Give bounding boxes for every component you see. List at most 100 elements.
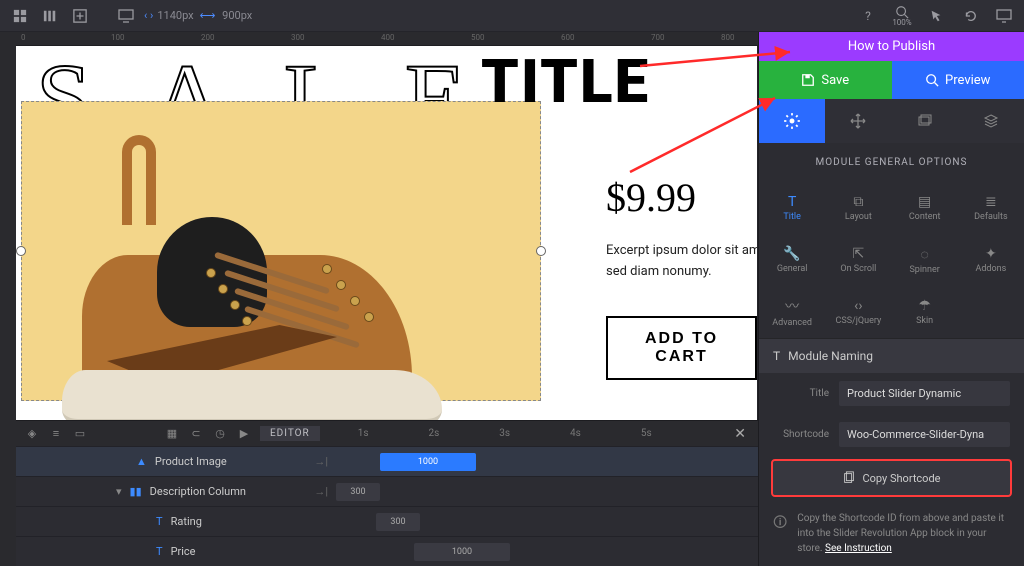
snap-icon[interactable]: ⊂ — [188, 427, 204, 440]
image-stack-icon — [917, 113, 933, 129]
option-on-scroll[interactable]: ⇱On Scroll — [825, 234, 891, 286]
save-icon — [801, 73, 815, 87]
goto-icon[interactable]: →| — [314, 455, 328, 468]
see-instruction-link[interactable]: See Instruction — [825, 543, 892, 554]
timeline-rows: ▲Product Image→| 1000 ▾▮▮Description Col… — [16, 446, 758, 566]
option-content[interactable]: ▤Content — [892, 182, 958, 234]
option-general[interactable]: 🔧General — [759, 234, 825, 286]
timeline-row-rating[interactable]: TRating 300 — [16, 506, 758, 536]
save-button[interactable]: Save — [759, 61, 892, 99]
copy-shortcode-button[interactable]: Copy Shortcode — [773, 461, 1010, 495]
keyframe-chip[interactable]: 300 — [336, 483, 380, 501]
goto-icon[interactable]: →| — [314, 485, 328, 498]
option-title[interactable]: TTitle — [759, 182, 825, 234]
pointer-icon[interactable] — [924, 4, 948, 28]
stopwatch-icon[interactable]: ◷ — [212, 427, 228, 440]
device-preview-icon[interactable] — [992, 4, 1016, 28]
info-icon: 🛈 — [773, 513, 787, 556]
product-shoe-image — [62, 225, 442, 420]
title-label: Title — [773, 388, 829, 399]
keyframe-chip[interactable]: 1000 — [414, 543, 510, 561]
undo-icon[interactable] — [958, 4, 982, 28]
tab-layers[interactable] — [958, 99, 1024, 143]
product-image-layer[interactable] — [21, 101, 541, 401]
grid-view-icon[interactable] — [8, 4, 32, 28]
timeline-row-price[interactable]: TPrice 1000 — [16, 536, 758, 566]
play-icon[interactable]: ▶ — [236, 427, 252, 440]
option-layout[interactable]: ⧉Layout — [825, 182, 891, 234]
tab-settings[interactable] — [759, 99, 825, 143]
top-toolbar: ‹ ›1140px ⟷ 900px ? 100% — [0, 0, 1024, 32]
keyframe-chip[interactable]: 300 — [376, 513, 420, 531]
canvas-height[interactable]: ⟷ 900px — [200, 9, 253, 22]
shortcode-label: Shortcode — [773, 429, 829, 440]
caret-down-icon[interactable]: ▾ — [116, 485, 122, 498]
scroll-icon: ⇱ — [853, 246, 865, 262]
option-skin[interactable]: ☂Skin — [892, 286, 958, 338]
text-icon: T — [773, 349, 780, 363]
right-panel: How to Publish Save Preview MODULE GENER… — [758, 32, 1024, 566]
module-naming-section[interactable]: T Module Naming — [759, 338, 1024, 373]
product-title[interactable]: TITLE — [481, 46, 650, 117]
time-marks: 1s 2s 3s 4s 5s — [328, 428, 727, 439]
timeline-row-product-image[interactable]: ▲Product Image→| 1000 — [16, 446, 758, 476]
timeline-row-description-column[interactable]: ▾▮▮Description Column→| 300 — [16, 476, 758, 506]
keyframe-chip[interactable]: 1000 — [380, 453, 476, 471]
option-advanced[interactable]: 〰Advanced — [759, 286, 825, 338]
zoom-level: 100% — [892, 19, 911, 27]
horizontal-ruler: 0 100 200 300 400 500 600 700 800 — [16, 32, 758, 46]
defaults-icon: ≣ — [985, 194, 997, 210]
editor-canvas[interactable]: SALE — [16, 46, 758, 420]
shortcode-hint: 🛈 Copy the Shortcode ID from above and p… — [759, 501, 1024, 566]
layers-icon[interactable]: ◈ — [24, 427, 40, 440]
timeline-toolbar: ◈ ≡ ▭ ▦ ⊂ ◷ ▶ EDITOR 1s 2s 3s 4s 5s ✕ — [16, 420, 758, 446]
add-to-cart-button[interactable]: ADD TO CART — [606, 316, 757, 380]
list-icon[interactable]: ≡ — [48, 427, 64, 440]
wrench-icon: 🔧 — [783, 246, 800, 262]
folder-icon[interactable]: ▭ — [72, 427, 88, 440]
content-icon: ▤ — [918, 194, 931, 210]
help-icon[interactable]: ? — [856, 4, 880, 28]
resize-handle-right[interactable] — [536, 246, 546, 256]
workspace: 0 100 200 300 400 500 600 700 800 SALE — [0, 32, 1024, 566]
options-grid: TTitle ⧉Layout ▤Content ≣Defaults 🔧Gener… — [759, 182, 1024, 338]
column-icon: ▮▮ — [130, 485, 142, 498]
product-price[interactable]: $9.99 — [606, 174, 696, 221]
resize-handle-left[interactable] — [16, 246, 26, 256]
add-slide-icon[interactable] — [68, 4, 92, 28]
copy-icon — [842, 471, 856, 485]
editor-badge[interactable]: EDITOR — [260, 426, 320, 441]
preview-button[interactable]: Preview — [892, 61, 1024, 99]
shortcode-input[interactable]: Woo-Commerce-Slider-Dyna — [839, 422, 1010, 447]
desktop-icon[interactable] — [114, 4, 138, 28]
option-defaults[interactable]: ≣Defaults — [958, 182, 1024, 234]
search-icon — [925, 73, 939, 87]
title-input[interactable]: Product Slider Dynamic — [839, 381, 1010, 406]
tab-navigation[interactable] — [825, 99, 891, 143]
option-css-jquery[interactable]: ‹›CSS/jQuery — [825, 286, 891, 338]
close-timeline-icon[interactable]: ✕ — [734, 426, 746, 442]
field-module-title: Title Product Slider Dynamic — [759, 373, 1024, 414]
product-excerpt[interactable]: Excerpt ipsum dolor sit amet elitr sed d… — [606, 241, 758, 283]
advanced-icon: 〰 — [785, 296, 799, 316]
layout-icon: ⧉ — [853, 194, 863, 210]
code-icon: ‹› — [854, 298, 862, 314]
option-spinner[interactable]: ◌Spinner — [892, 234, 958, 286]
left-ruler-rail — [0, 32, 16, 566]
gear-icon — [783, 112, 801, 130]
zoom-icon[interactable]: 100% — [890, 4, 914, 28]
puzzle-icon: ✦ — [985, 246, 997, 262]
image-icon: ▲ — [136, 455, 147, 468]
how-to-publish-button[interactable]: How to Publish — [759, 32, 1024, 61]
tab-media[interactable] — [892, 99, 958, 143]
layers-stack-icon — [983, 113, 999, 129]
option-addons[interactable]: ✦Addons — [958, 234, 1024, 286]
option-empty — [958, 286, 1024, 338]
spinner-icon: ◌ — [920, 246, 928, 263]
film-icon[interactable]: ▦ — [164, 427, 180, 440]
canvas-width[interactable]: ‹ ›1140px — [144, 9, 194, 22]
columns-icon[interactable] — [38, 4, 62, 28]
move-icon — [850, 113, 866, 129]
text-icon: T — [156, 515, 163, 528]
title-icon: T — [788, 194, 796, 210]
